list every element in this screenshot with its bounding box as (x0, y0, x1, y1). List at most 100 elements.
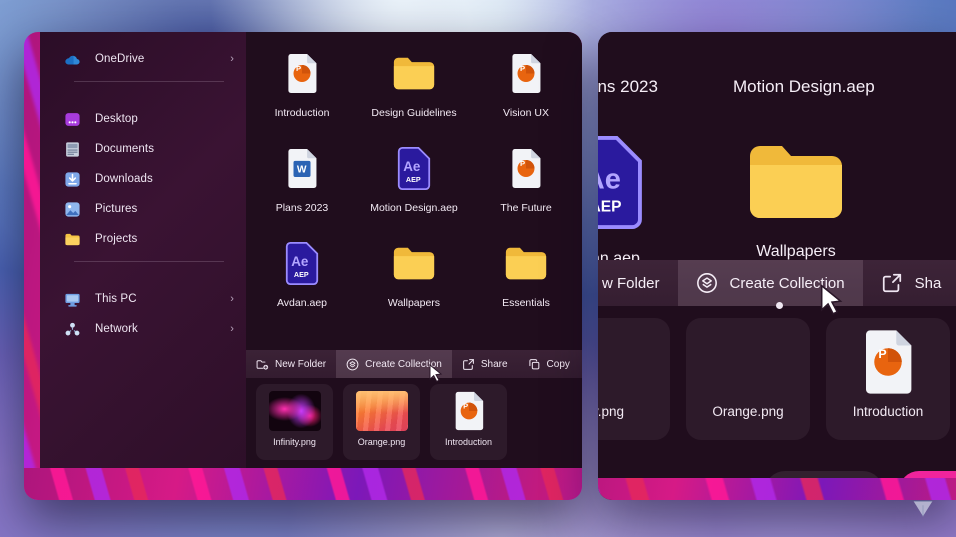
file-name: Vision UX (503, 107, 549, 119)
sidebar-item-label: Downloads (95, 173, 153, 185)
powerpoint-file-icon: P (504, 48, 548, 98)
powerpoint-file-icon: P (280, 48, 324, 98)
file-name: Introduction (274, 107, 330, 119)
magnified-collection-thumbnails: y.png Orange.png P Introduction (598, 318, 956, 444)
svg-text:AEP: AEP (294, 270, 309, 278)
sidebar-item-downloads[interactable]: Downloads (40, 164, 246, 194)
file-item[interactable]: Essentials (470, 238, 582, 333)
desktop-icon (64, 111, 81, 128)
magnified-file-name: Wallpapers (756, 243, 836, 260)
toolbar-label: Create Collection (365, 358, 442, 370)
magnified-file-grid: ans 2023 Motion Design.aep AeAEP vdan.ae… (598, 32, 956, 267)
svg-text:P: P (463, 402, 468, 411)
toolbar-label: Create Collection (729, 274, 845, 292)
thumbnail-item[interactable]: Orange.png (686, 318, 810, 440)
sidebar-item-pictures[interactable]: Pictures (40, 194, 246, 224)
folder-icon (504, 238, 548, 288)
share-button[interactable]: Sha (863, 260, 956, 306)
sidebar: OneDrive › Desktop Documents Downloads P… (40, 32, 246, 483)
file-name: Avdan.aep (276, 297, 328, 309)
infinity-image-thumb (268, 391, 321, 431)
file-explorer-window[interactable]: OneDrive › Desktop Documents Downloads P… (24, 32, 582, 500)
magnified-file-item[interactable]: Wallpapers (748, 142, 844, 261)
sidebar-item-label: Documents (95, 143, 155, 155)
file-item[interactable]: P Vision UX (470, 48, 582, 143)
share-button[interactable]: Share (452, 350, 518, 378)
main-content-pane: P Introduction Design Guidelines P Visio… (246, 32, 582, 500)
svg-text:P: P (520, 63, 525, 72)
sidebar-divider-bottom (74, 261, 224, 262)
thumbnail-item[interactable]: P Introduction (430, 384, 507, 460)
thumbnail-label: Introduction (444, 437, 493, 447)
downloads-icon (64, 171, 81, 188)
file-item[interactable]: W Plans 2023 (246, 143, 358, 238)
file-item[interactable]: Ae AEP Motion Design.aep (358, 143, 470, 238)
svg-text:P: P (520, 158, 525, 167)
create-collection-button[interactable]: Create Collection (336, 350, 452, 378)
file-name: Essentials (502, 297, 550, 309)
thumbnail-item[interactable]: Orange.png (343, 384, 420, 460)
thumbnail-item[interactable]: Infinity.png (256, 384, 333, 460)
new-folder-button[interactable]: w Folder (598, 260, 678, 306)
sidebar-item-label: Projects (95, 233, 138, 245)
file-item[interactable]: Wallpapers (358, 238, 470, 333)
file-item[interactable]: P Introduction (246, 48, 358, 143)
copy-icon (528, 358, 541, 371)
create-collection-button[interactable]: Create Collection (677, 260, 863, 306)
toolbar-label: w Folder (602, 274, 660, 292)
thumbnail-label: Orange.png (712, 404, 784, 419)
documents-icon (64, 141, 81, 158)
thumbnail-item[interactable]: P Introduction (826, 318, 950, 440)
folder-icon (392, 238, 436, 288)
magnified-action-toolbar: w Folder Create Collection Sha (598, 260, 956, 306)
context-action-toolbar: New Folder Create Collection Share Copy (246, 350, 582, 378)
file-item[interactable]: Design Guidelines (358, 48, 470, 143)
sidebar-item-onedrive[interactable]: OneDrive › (40, 44, 246, 74)
folder-icon (392, 48, 436, 98)
scroll-indicator-dot[interactable] (776, 302, 783, 309)
toolbar-label: New Folder (275, 358, 327, 370)
chevron-right-icon: › (230, 293, 234, 305)
magnified-file-item[interactable]: AeAEP vdan.aep (598, 136, 646, 268)
thumbnail-label: Introduction (852, 404, 924, 419)
svg-text:Ae: Ae (291, 254, 308, 269)
aftereffects-file-icon: AeAEP (392, 143, 436, 193)
sidebar-item-network[interactable]: Network › (40, 314, 246, 344)
file-item[interactable]: P The Future (470, 143, 582, 238)
new-folder-button[interactable]: New Folder (246, 350, 336, 378)
file-item[interactable]: Ae AEP Avdan.aep (246, 238, 358, 333)
magnified-preview-window[interactable]: ans 2023 Motion Design.aep AeAEP vdan.ae… (598, 32, 956, 500)
copy-button[interactable]: Copy (518, 350, 580, 378)
word-file-icon: W (280, 143, 324, 193)
aftereffects-file-icon: AeAEP (598, 136, 646, 234)
folder-icon (64, 231, 81, 248)
create-collection-icon (346, 358, 359, 371)
svg-text:W: W (297, 164, 307, 175)
window-bottom-wallpaper-strip (24, 468, 582, 500)
sidebar-item-desktop[interactable]: Desktop (40, 104, 246, 134)
orange-image-thumb (705, 330, 791, 394)
svg-text:AEP: AEP (406, 175, 421, 183)
sidebar-item-this-pc[interactable]: This PC › (40, 284, 246, 314)
sidebar-item-label: Network (95, 323, 138, 335)
sidebar-item-projects[interactable]: Projects (40, 224, 246, 254)
sidebar-item-label: OneDrive (95, 53, 145, 65)
sidebar-item-label: This PC (95, 293, 137, 305)
file-name: The Future (500, 202, 552, 214)
chevron-right-icon: › (230, 53, 234, 65)
toolbar-label: Share (480, 358, 508, 370)
sidebar-divider-top (74, 81, 224, 82)
chevron-right-icon: › (230, 323, 234, 335)
sidebar-item-documents[interactable]: Documents (40, 134, 246, 164)
delete-button[interactable] (580, 350, 582, 378)
thumbnail-label: y.png (598, 404, 625, 419)
magnified-wallpaper-strip (598, 478, 956, 500)
svg-text:Ae: Ae (403, 159, 420, 174)
file-name: Plans 2023 (275, 202, 329, 214)
thumbnail-item[interactable]: y.png (598, 318, 670, 440)
svg-text:P: P (296, 63, 301, 72)
collection-thumbnails: Infinity.png Orange.png P Introduction (246, 384, 582, 466)
powerpoint-file-icon: P (845, 330, 931, 394)
network-icon (64, 321, 81, 338)
folder-icon (748, 142, 844, 227)
